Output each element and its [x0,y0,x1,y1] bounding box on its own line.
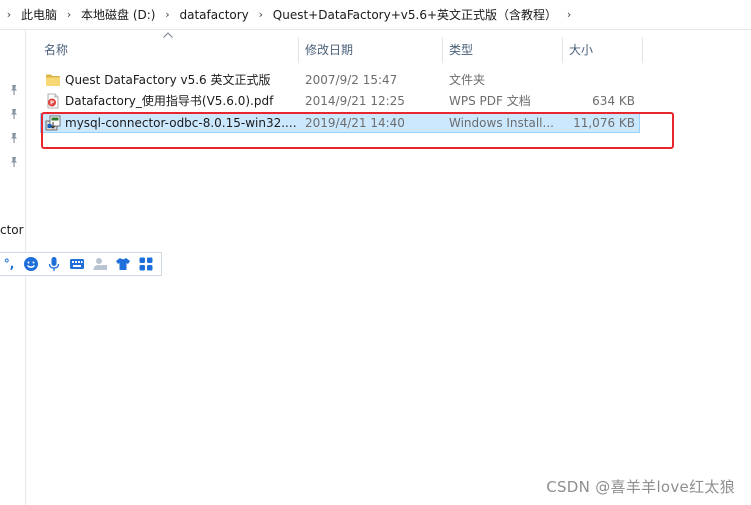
microphone-icon[interactable] [46,256,62,272]
pdf-icon: P [47,93,59,109]
breadcrumb-separator-icon[interactable]: › [0,5,18,25]
pin-icon[interactable] [8,156,20,168]
pin-icon[interactable] [8,132,20,144]
msi-installer-icon [45,115,61,131]
svg-text:P: P [50,101,54,107]
file-row[interactable]: P Datafactory_使用指导书(V5.6.0).pdf 2014/9/2… [40,91,640,111]
breadcrumb-local-disk[interactable]: 本地磁盘 (D:) [78,5,158,25]
column-divider[interactable] [642,37,643,63]
breadcrumb-this-pc[interactable]: 此电脑 [18,5,60,25]
breadcrumb-current-folder[interactable]: Quest+DataFactory+v5.6+英文正式版（含教程） [270,5,560,25]
file-row-selected[interactable]: mysql-connector-odbc-8.0.15-win32.... 20… [40,113,640,133]
emoji-icon[interactable] [23,256,39,272]
user-center-icon[interactable] [92,256,108,272]
pin-icon[interactable] [8,84,20,96]
ime-toolbar: °, [0,252,162,276]
folder-icon [46,74,60,86]
file-size [565,70,635,90]
file-modified-date: 2019/4/21 14:40 [305,116,405,130]
column-header-size[interactable]: 大小 [563,37,642,63]
file-type: Windows Install... [449,116,554,130]
csdn-watermark: CSDN @喜羊羊love红太狼 [546,478,735,496]
breadcrumb: › 此电脑 › 本地磁盘 (D:) › datafactory › Quest+… [0,0,751,30]
file-row[interactable]: Quest DataFactory v5.6 英文正式版 2007/9/2 15… [40,70,640,90]
column-header-name[interactable]: 名称 [38,37,298,63]
ime-punctuation-button[interactable]: °, [2,256,16,272]
file-modified-date: 2014/9/21 12:25 [305,94,405,108]
breadcrumb-separator-icon[interactable]: › [60,5,78,25]
file-name: Datafactory_使用指导书(V5.6.0).pdf [65,94,274,108]
breadcrumb-separator-icon[interactable]: › [252,5,270,25]
keyboard-icon[interactable] [69,256,85,272]
breadcrumb-separator-icon[interactable]: › [560,5,578,25]
breadcrumb-separator-icon[interactable]: › [158,5,176,25]
file-type: WPS PDF 文档 [449,94,531,108]
breadcrumb-datafactory[interactable]: datafactory [176,5,251,25]
column-header-modified[interactable]: 修改日期 [299,37,442,63]
pin-icon[interactable] [8,108,20,120]
file-type: 文件夹 [449,73,486,87]
file-explorer-window: › 此电脑 › 本地磁盘 (D:) › datafactory › Quest+… [0,0,751,505]
file-modified-date: 2007/9/2 15:47 [305,73,398,87]
nav-item-partial-label[interactable]: ctor [0,223,26,237]
skin-shirt-icon[interactable] [115,256,131,272]
column-header-type[interactable]: 类型 [443,37,562,63]
file-name: mysql-connector-odbc-8.0.15-win32.... [65,116,297,130]
toolbox-grid-icon[interactable] [138,256,154,272]
file-name: Quest DataFactory v5.6 英文正式版 [65,73,271,87]
file-size: 11,076 KB [573,116,635,130]
file-size: 634 KB [592,94,635,108]
